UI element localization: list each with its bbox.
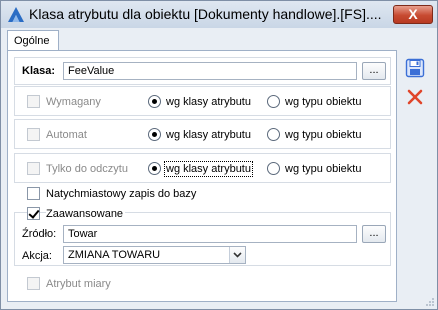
wymagany-radio-class[interactable]	[148, 95, 161, 108]
source-label: Źródło:	[22, 228, 57, 240]
zaawansowane-checkbox[interactable]	[27, 207, 40, 220]
klasa-browse-button[interactable]: ...	[362, 62, 386, 80]
dialog-window: Klasa atrybutu dla obiektu [Dokumenty ha…	[0, 0, 438, 310]
title-bar[interactable]: Klasa atrybutu dla obiektu [Dokumenty ha…	[1, 1, 437, 28]
automat-radio-class-label: wg klasy atrybutu	[166, 129, 251, 141]
automat-radio-type-label: wg typu obiektu	[285, 129, 362, 141]
wymagany-radio-class-label: wg klasy atrybutu	[166, 96, 251, 108]
readonly-radio-type-label: wg typu obiektu	[285, 163, 362, 175]
readonly-radio-class-label: wg klasy atrybutu	[164, 161, 253, 177]
app-logo-icon	[8, 7, 24, 22]
close-icon: X	[408, 6, 418, 22]
cancel-button[interactable]	[404, 86, 426, 108]
cancel-icon	[407, 89, 423, 105]
source-field[interactable]: Towar	[63, 225, 357, 243]
tab-ogolne[interactable]: Ogólne	[7, 30, 59, 51]
source-browse-button[interactable]: ...	[362, 225, 386, 243]
natychmiastowy-label: Natychmiastowy zapis do bazy	[46, 188, 197, 200]
general-panel: Klasa: FeeValue ... Wymagany wg klasy at…	[7, 50, 397, 302]
wymagany-checkbox[interactable]	[27, 95, 40, 108]
zaawansowane-label: Zaawansowane	[46, 208, 126, 220]
wymagany-label: Wymagany	[46, 96, 101, 108]
action-label: Akcja:	[22, 250, 52, 262]
wymagany-radio-type-label: wg typu obiektu	[285, 96, 362, 108]
readonly-radio-type[interactable]	[267, 162, 280, 175]
action-select-value: ZMIANA TOWARU	[68, 249, 161, 261]
readonly-radio-class[interactable]	[148, 162, 161, 175]
action-select[interactable]: ZMIANA TOWARU	[63, 246, 246, 264]
automat-label: Automat	[46, 129, 87, 141]
natychmiastowy-checkbox[interactable]	[27, 187, 40, 200]
resize-grip-icon[interactable]	[425, 297, 435, 307]
automat-checkbox[interactable]	[27, 128, 40, 141]
tab-label: Ogólne	[14, 35, 50, 47]
klasa-field[interactable]: FeeValue	[63, 62, 357, 80]
action-select-dropdown[interactable]	[229, 247, 245, 263]
readonly-label: Tylko do odczytu	[46, 163, 128, 175]
atrybut-miary-label: Atrybut miary	[46, 278, 111, 290]
klasa-label: Klasa:	[22, 65, 56, 77]
save-button[interactable]	[404, 57, 426, 79]
wymagany-radio-type[interactable]	[267, 95, 280, 108]
readonly-checkbox[interactable]	[27, 162, 40, 175]
close-button[interactable]: X	[393, 5, 433, 24]
automat-radio-class[interactable]	[148, 128, 161, 141]
chevron-down-icon	[233, 252, 242, 258]
atrybut-miary-checkbox[interactable]	[27, 277, 40, 290]
automat-radio-type[interactable]	[267, 128, 280, 141]
window-title: Klasa atrybutu dla obiektu [Dokumenty ha…	[29, 6, 382, 22]
save-icon	[405, 58, 425, 78]
